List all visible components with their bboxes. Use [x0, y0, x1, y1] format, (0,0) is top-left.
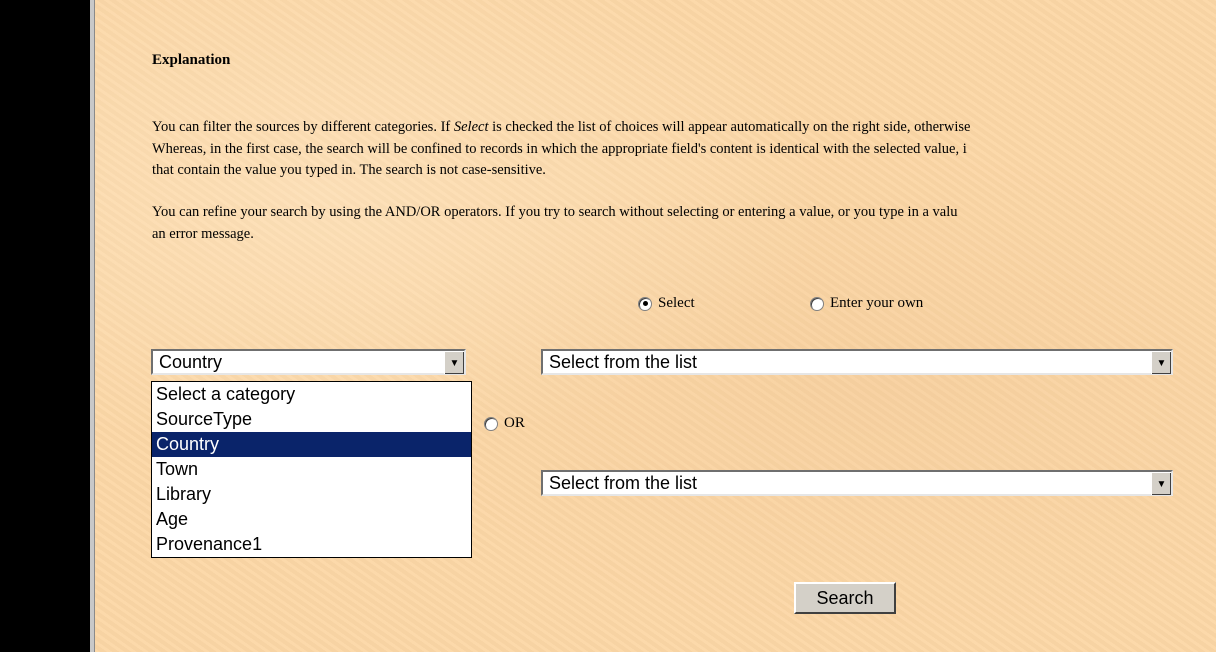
explanation-paragraph-1: You can filter the sources by different … — [152, 117, 970, 182]
left-black-panel — [0, 0, 90, 652]
value-select-1[interactable]: Select from the list ▼ — [541, 349, 1173, 375]
radio-unchecked-icon[interactable] — [810, 296, 824, 311]
paragraph-1-line-3: that contain the value you typed in. The… — [152, 162, 546, 178]
category-option[interactable]: Library — [152, 482, 471, 507]
paragraph-2-line-2: an error message. — [152, 225, 254, 242]
category-option[interactable]: Age — [152, 507, 471, 532]
radio-checked-icon[interactable] — [638, 296, 652, 311]
or-operator-label: OR — [504, 415, 525, 431]
search-page: Explanation You can filter the sources b… — [95, 0, 1216, 652]
select-mode-radio[interactable]: Select — [638, 295, 695, 312]
value-select-2[interactable]: Select from the list ▼ — [541, 470, 1173, 496]
paragraph-2-line-1: You can refine your search by using the … — [152, 204, 958, 220]
explanation-paragraph-2: You can refine your search by using the … — [152, 202, 958, 245]
paragraph-1-line-1: You can filter the sources by different … — [152, 119, 971, 135]
value-select-1-text: Select from the list — [549, 352, 698, 372]
select-emphasis: Select — [453, 119, 489, 135]
paragraph-1-line-2: Whereas, in the first case, the search w… — [152, 140, 967, 157]
category-option[interactable]: Provenance1 — [152, 532, 471, 557]
enter-own-mode-radio[interactable]: Enter your own — [810, 295, 923, 312]
category-option[interactable]: Select a category — [152, 382, 471, 407]
category-dropdown-list[interactable]: Select a category SourceType Country Town Li… — [151, 381, 472, 558]
enter-own-mode-label: Enter your own — [830, 295, 924, 311]
category-option[interactable]: Country — [152, 432, 471, 457]
category-option[interactable]: SourceType — [152, 407, 471, 432]
value-select-2-text: Select from the list — [549, 473, 698, 493]
category-option[interactable]: Town — [152, 457, 471, 482]
search-button[interactable]: Search — [794, 582, 896, 614]
category-select[interactable]: Country ▼ — [151, 349, 466, 375]
explanation-heading: Explanation — [152, 52, 231, 68]
dropdown-arrow-icon[interactable]: ▼ — [1151, 351, 1171, 374]
select-mode-label: Select — [658, 295, 695, 311]
dropdown-arrow-icon[interactable]: ▼ — [444, 351, 464, 374]
category-select-value: Country — [159, 352, 223, 372]
radio-unchecked-icon[interactable] — [484, 416, 498, 431]
dropdown-arrow-icon[interactable]: ▼ — [1151, 472, 1171, 495]
or-operator-radio[interactable]: OR — [484, 415, 525, 432]
